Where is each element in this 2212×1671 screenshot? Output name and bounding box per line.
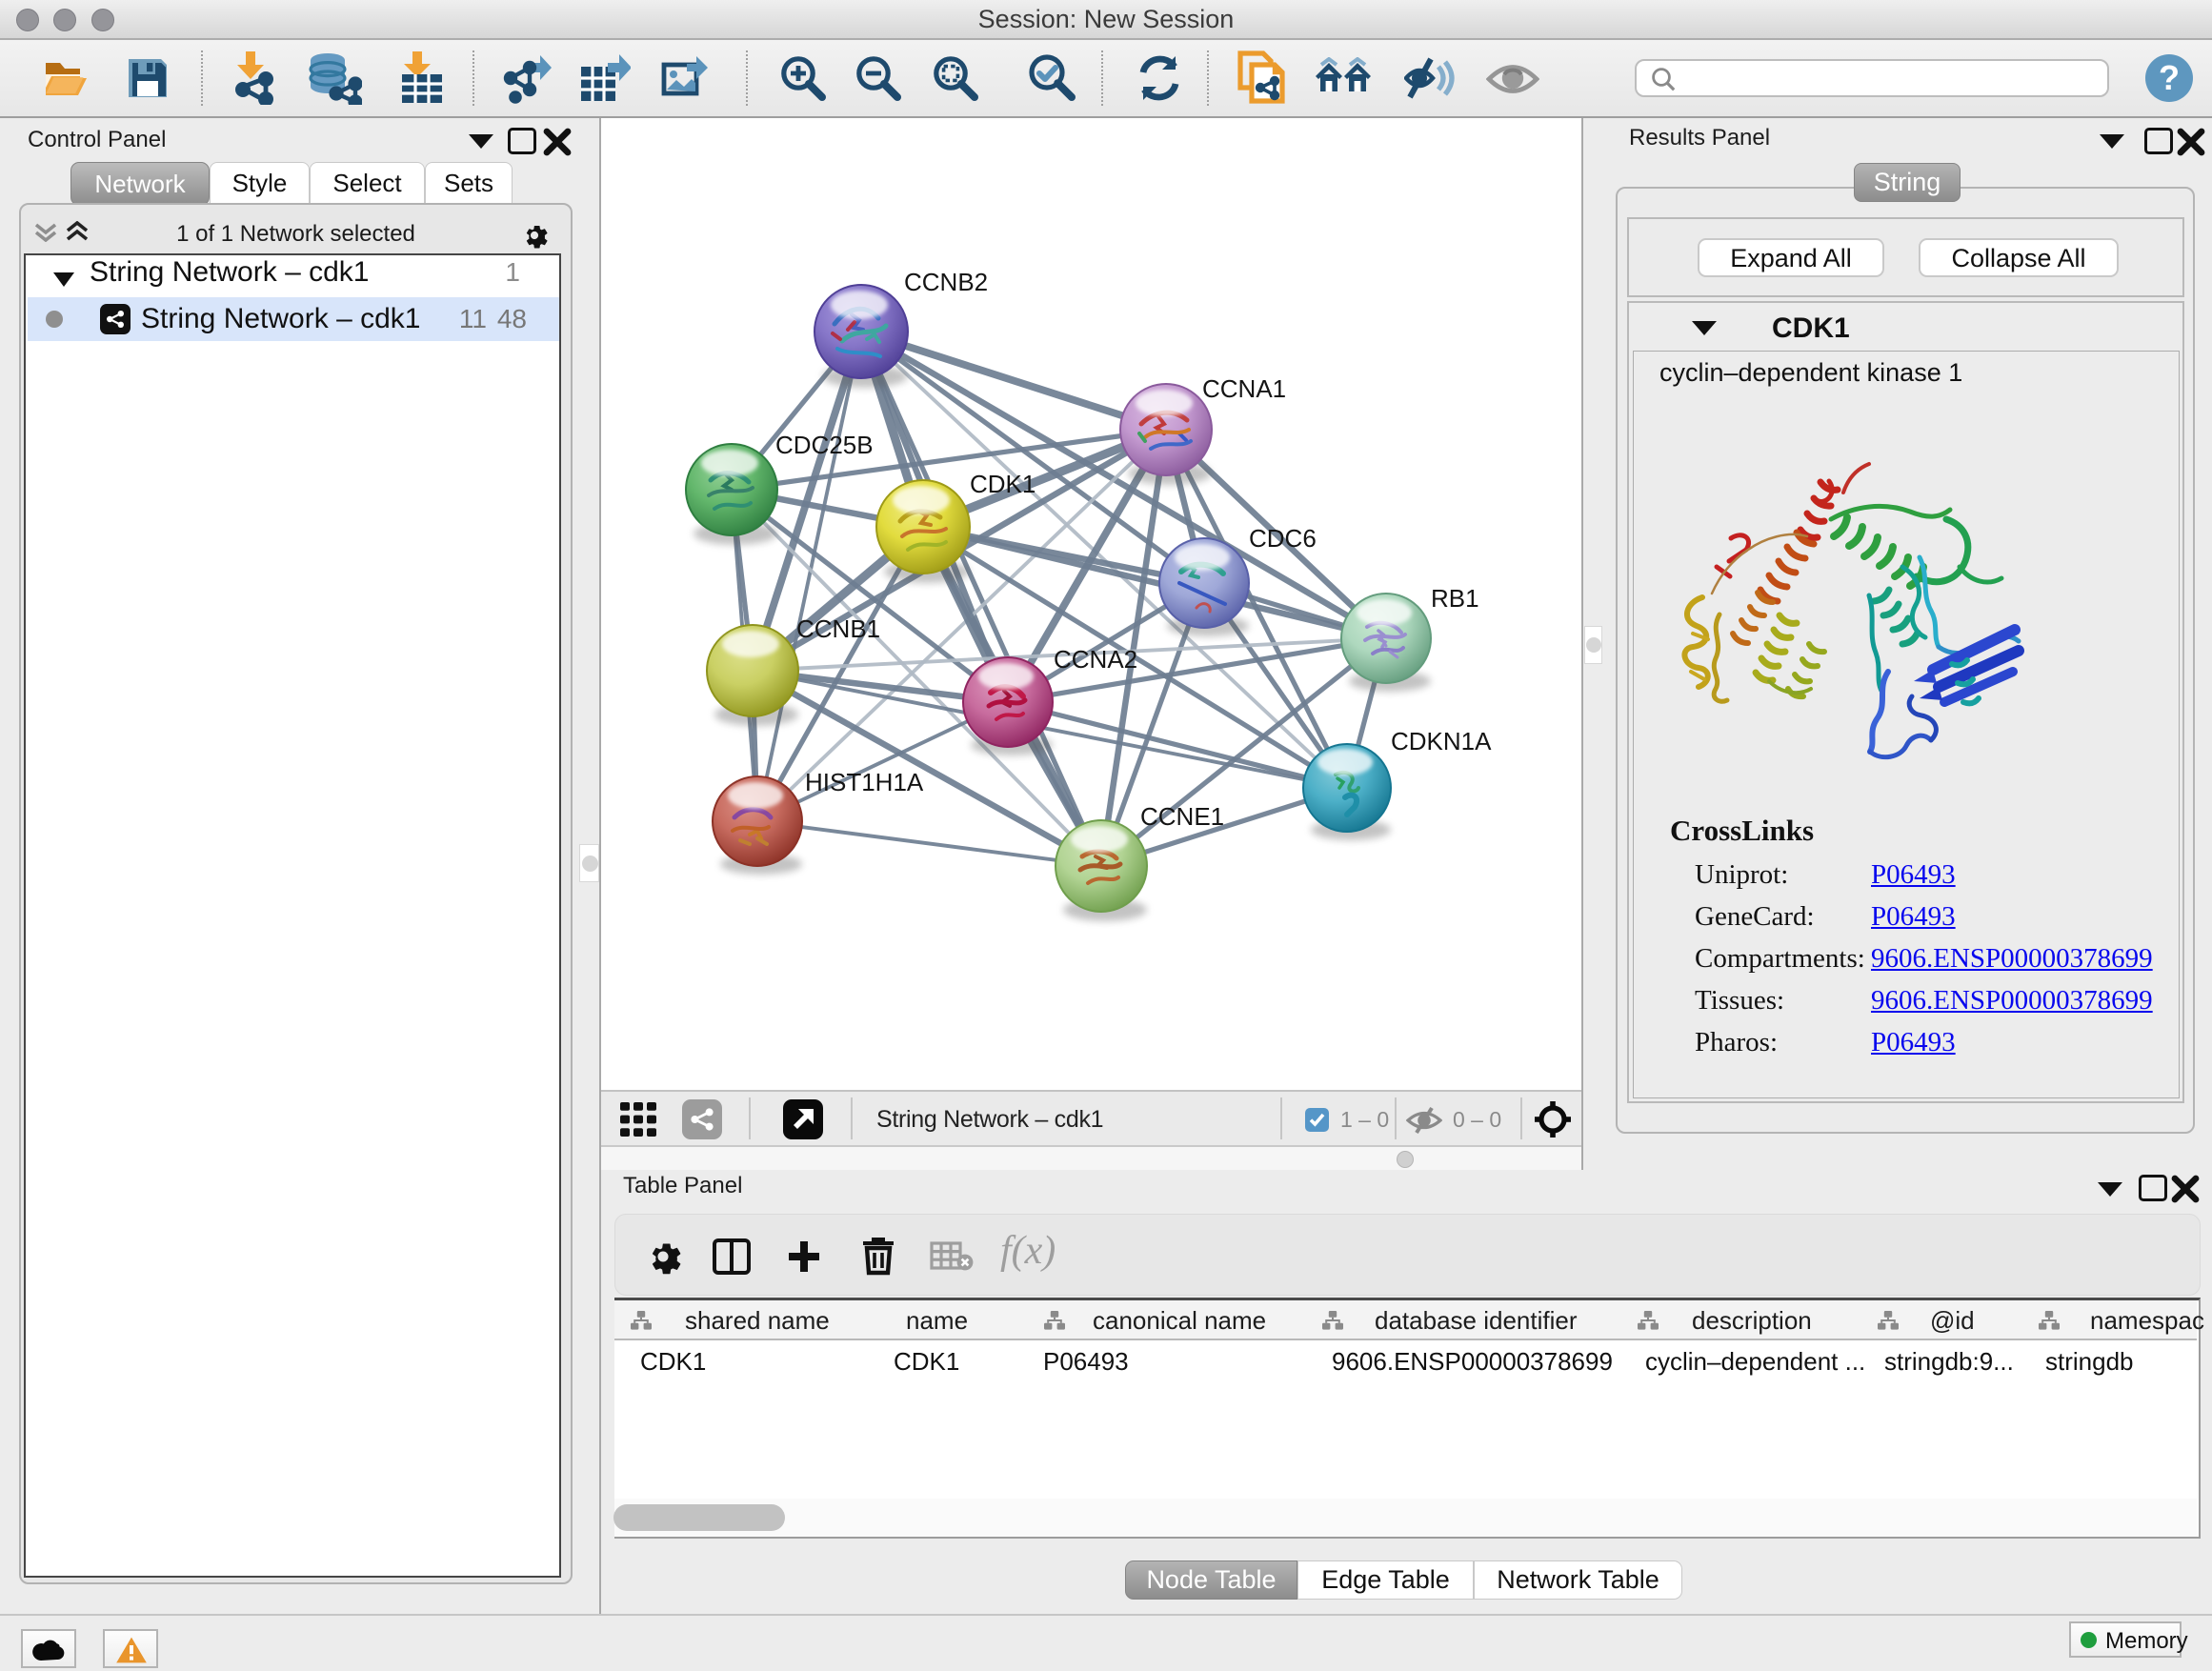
svg-text:CDK1: CDK1: [970, 470, 1036, 498]
svg-text:CCNA1: CCNA1: [1202, 374, 1286, 403]
svg-text:CCNE1: CCNE1: [1140, 802, 1224, 831]
svg-text:CCNB1: CCNB1: [796, 614, 880, 643]
svg-text:CDC25B: CDC25B: [775, 431, 874, 459]
svg-text:CDKN1A: CDKN1A: [1391, 727, 1492, 755]
svg-text:CCNA2: CCNA2: [1054, 645, 1137, 674]
svg-text:RB1: RB1: [1431, 584, 1479, 613]
svg-text:CDC6: CDC6: [1249, 524, 1317, 553]
svg-text:HIST1H1A: HIST1H1A: [805, 768, 924, 796]
svg-text:CCNB2: CCNB2: [904, 268, 988, 296]
